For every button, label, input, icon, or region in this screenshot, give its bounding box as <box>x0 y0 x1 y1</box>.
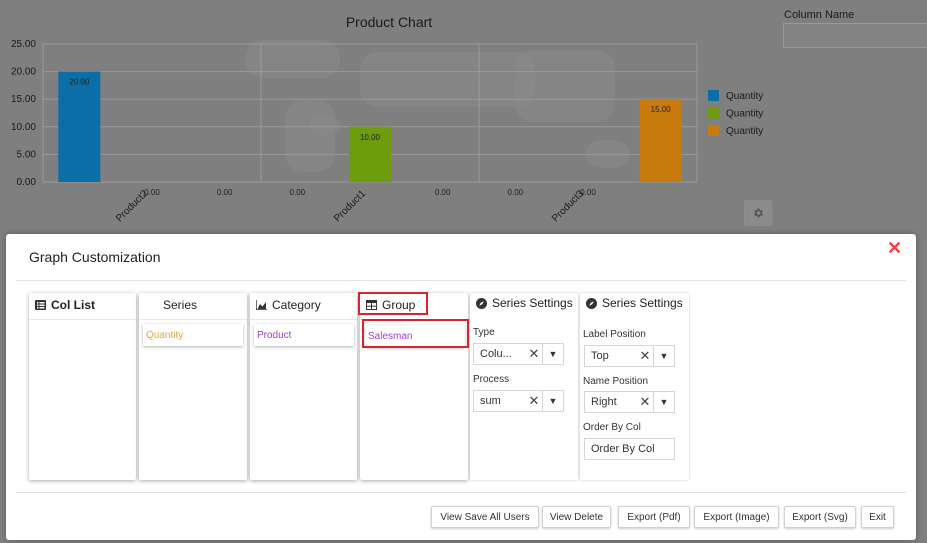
world-map-backdrop <box>285 100 335 172</box>
legend-label: Quantity <box>726 109 763 120</box>
series-settings-1-header: Series Settings <box>476 296 573 310</box>
label-position-value: Top <box>591 350 609 362</box>
exit-button[interactable]: Exit <box>861 506 894 528</box>
name-position-combo[interactable]: Right ✕ ▼ <box>584 391 675 413</box>
col-list-label: Col List <box>51 298 95 312</box>
name-position-label: Name Position <box>583 376 649 387</box>
order-by-label: Order By Col <box>583 422 641 433</box>
process-dropdown-arrow-icon[interactable]: ▼ <box>542 391 563 411</box>
col-list-panel: Col List <box>29 293 136 480</box>
x-tick-label: Product1 <box>332 188 368 224</box>
type-clear-icon[interactable]: ✕ <box>526 346 542 362</box>
series-chip-quantity[interactable]: Quantity <box>143 324 243 346</box>
y-tick-label: 10.00 <box>11 122 36 133</box>
label-position-dropdown-arrow-icon[interactable]: ▼ <box>653 346 674 366</box>
process-label: Process <box>473 374 510 385</box>
y-tick-label: 15.00 <box>11 94 36 105</box>
view-delete-button[interactable]: View Delete <box>542 506 611 528</box>
process-value: sum <box>480 395 501 407</box>
data-label: 0.00 <box>508 188 524 197</box>
category-dropzone[interactable]: Product <box>250 319 357 480</box>
x-tick-label: Product2 <box>114 188 150 224</box>
type-value: Colu... <box>480 348 512 360</box>
data-label: 0.00 <box>435 188 451 197</box>
col-list-header: Col List <box>29 293 136 317</box>
col-list-dropzone[interactable] <box>29 319 136 480</box>
series-settings-2-header: Series Settings <box>586 296 683 310</box>
export-image-button[interactable]: Export (Image) <box>694 506 779 528</box>
series-settings-panel-2: Series Settings Label Position Top ✕ ▼ N… <box>580 293 689 480</box>
series-settings-1-title: Series Settings <box>492 296 573 310</box>
label-position-clear-icon[interactable]: ✕ <box>637 348 653 364</box>
series-label: Series <box>163 298 198 312</box>
product-chart: 25.00 20.00 15.00 10.00 5.00 0.00 20.00 0.00 0.0… <box>11 39 763 224</box>
export-pdf-button[interactable]: Export (Pdf) <box>618 506 690 528</box>
data-label: 15.00 <box>651 105 672 114</box>
label-position-combo[interactable]: Top ✕ ▼ <box>584 345 675 367</box>
export-svg-button[interactable]: Export (Svg) <box>784 506 856 528</box>
legend-swatch <box>708 107 719 119</box>
process-combo[interactable]: sum ✕ ▼ <box>473 390 564 412</box>
divider <box>16 492 906 493</box>
name-position-clear-icon[interactable]: ✕ <box>637 394 653 410</box>
series-panel: Series Quantity <box>139 293 247 480</box>
view-save-all-users-button[interactable]: View Save All Users <box>431 506 539 528</box>
label-position-label: Label Position <box>583 329 646 340</box>
y-tick-label: 25.00 <box>11 39 36 50</box>
name-position-dropdown-arrow-icon[interactable]: ▼ <box>653 392 674 412</box>
y-tick-label: 20.00 <box>11 67 36 78</box>
compass-icon <box>476 297 487 309</box>
data-label: 0.00 <box>290 188 306 197</box>
series-settings-2-title: Series Settings <box>602 296 683 310</box>
category-label: Category <box>272 298 321 312</box>
graph-customization-dialog: Graph Customization ✕ Col List Series Qu… <box>6 234 916 540</box>
world-map-backdrop <box>310 115 340 135</box>
type-label: Type <box>473 327 495 338</box>
world-map-backdrop <box>245 40 340 78</box>
compass-icon <box>586 297 597 309</box>
column-name-label: Column Name <box>784 9 855 21</box>
category-chip-product[interactable]: Product <box>254 324 354 346</box>
y-tick-label: 0.00 <box>17 177 37 188</box>
type-combo[interactable]: Colu... ✕ ▼ <box>473 343 564 365</box>
gear-icon <box>754 208 763 218</box>
list-icon <box>35 300 46 310</box>
data-label: 0.00 <box>217 188 233 197</box>
legend-label: Quantity <box>726 91 763 102</box>
category-panel: Category Product <box>250 293 357 480</box>
order-by-input[interactable] <box>584 438 675 460</box>
legend-swatch <box>708 125 719 136</box>
divider <box>16 280 906 281</box>
process-clear-icon[interactable]: ✕ <box>526 393 542 409</box>
name-position-value: Right <box>591 396 617 408</box>
data-label: 10.00 <box>360 133 381 142</box>
y-tick-label: 5.00 <box>17 149 37 160</box>
group-chip-highlight <box>362 319 469 348</box>
dialog-title: Graph Customization <box>29 249 161 265</box>
close-icon[interactable]: ✕ <box>887 238 902 259</box>
bar <box>58 71 101 182</box>
chart-settings-button[interactable] <box>744 200 772 226</box>
column-name-input[interactable] <box>783 23 927 48</box>
legend-label: Quantity <box>726 126 763 137</box>
group-header-highlight <box>358 292 428 315</box>
area-chart-icon <box>256 300 267 310</box>
series-dropzone[interactable]: Quantity <box>139 319 247 480</box>
world-map-backdrop <box>515 50 615 122</box>
x-tick-label: Product3 <box>550 188 586 224</box>
data-label: 20.00 <box>69 78 90 87</box>
series-header: Series <box>139 293 247 317</box>
type-dropdown-arrow-icon[interactable]: ▼ <box>542 344 563 364</box>
series-settings-panel-1: Series Settings Type Colu... ✕ ▼ Process… <box>470 293 578 480</box>
legend-swatch <box>708 90 719 101</box>
category-header: Category <box>250 293 357 317</box>
